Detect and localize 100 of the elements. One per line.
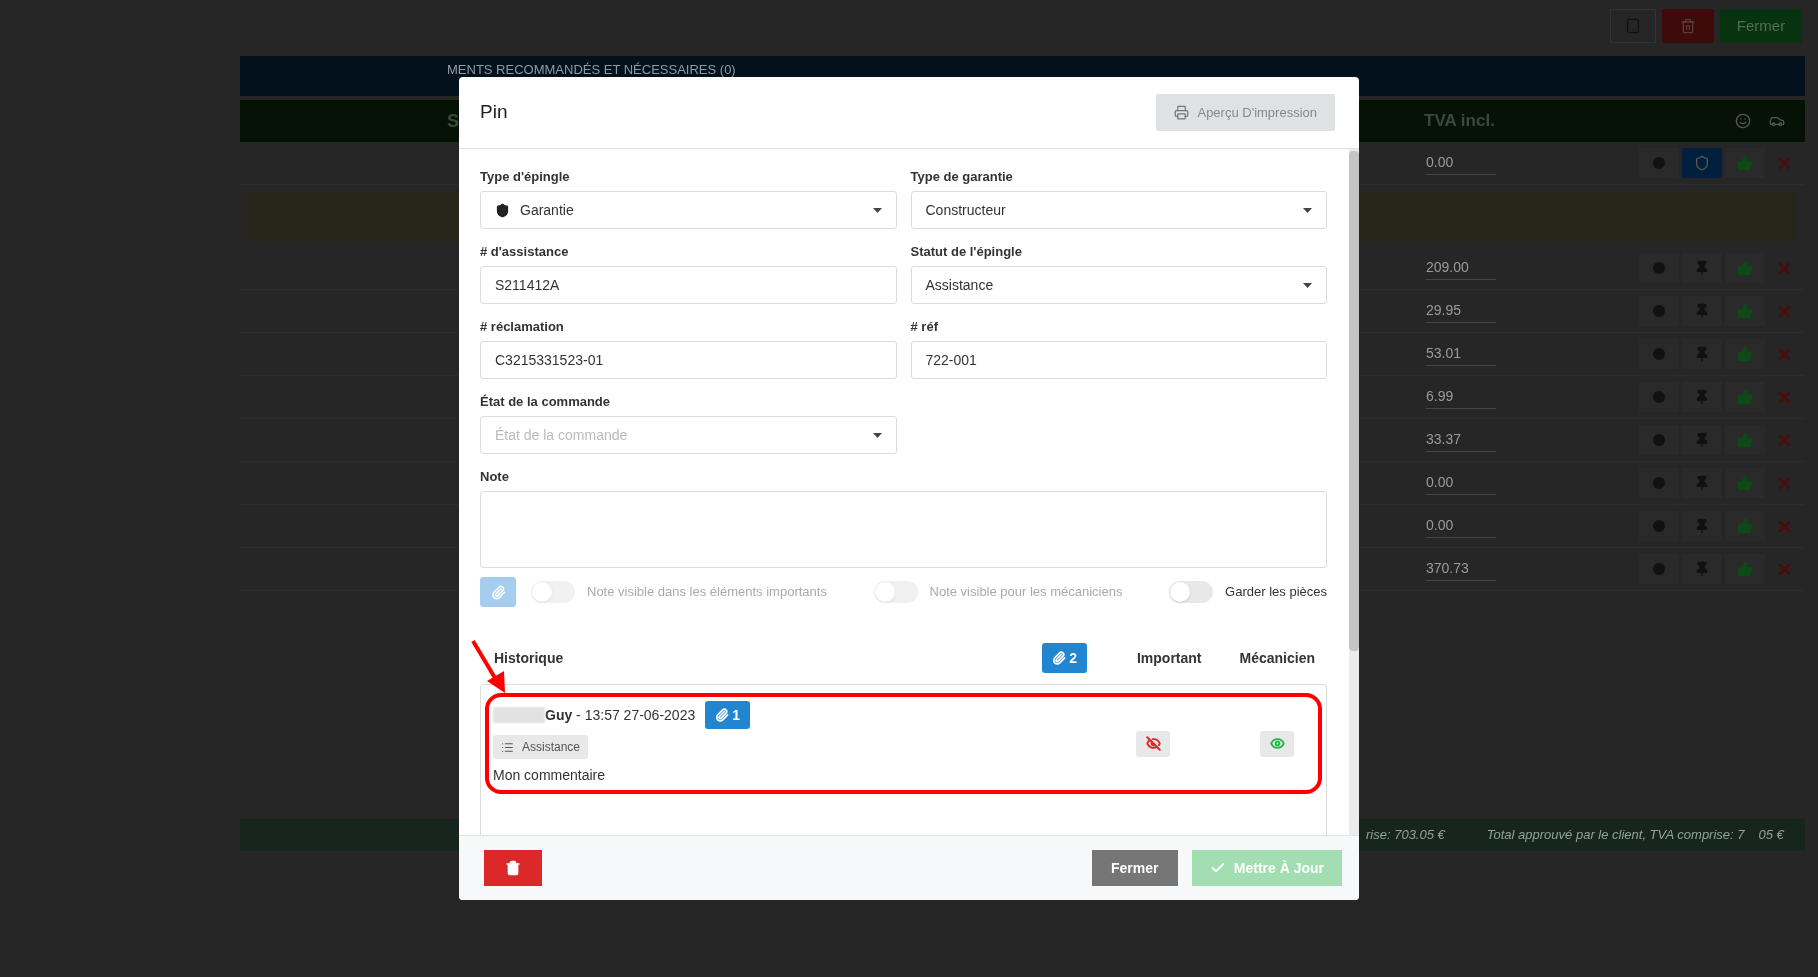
amount-value: 0.00	[1426, 151, 1496, 175]
field-label: Note	[480, 469, 510, 485]
field-value: 722-001	[925, 350, 977, 370]
scrollbar-thumb[interactable]	[1349, 151, 1359, 651]
eye-slash-icon	[1145, 736, 1161, 751]
field-label: # réclamation	[480, 319, 565, 335]
amount-value: 6.99	[1426, 385, 1496, 409]
toggle-switch[interactable]	[1169, 581, 1214, 603]
history-button[interactable]	[1639, 253, 1679, 283]
total-text: Total approuvé par le client, TVA comprise: 7	[1486, 826, 1745, 845]
approve-button[interactable]	[1725, 425, 1765, 455]
history-button[interactable]	[1639, 468, 1679, 498]
attachments-badge[interactable]: 1	[705, 701, 750, 729]
history-button[interactable]	[1639, 339, 1679, 369]
field-value: C3215331523-01	[495, 350, 604, 370]
field-label: # réf	[910, 319, 939, 335]
field-label: Statut de l'épingle	[910, 244, 1023, 260]
thumbs-up-icon	[1737, 389, 1753, 405]
important-toggle[interactable]	[1136, 730, 1170, 757]
input-field[interactable]: C3215331523-01	[480, 341, 897, 379]
dialog-title: Pin	[480, 100, 508, 125]
pin-button[interactable]	[1682, 511, 1722, 541]
pin-button[interactable]	[1682, 425, 1722, 455]
approve-button[interactable]	[1725, 468, 1765, 498]
pin-icon	[1694, 303, 1710, 319]
shield-button[interactable]	[1682, 148, 1722, 178]
column-header: Mécanicien	[1239, 648, 1315, 668]
printer-icon	[1174, 105, 1190, 120]
approve-button[interactable]	[1725, 339, 1765, 369]
history-button[interactable]	[1639, 148, 1679, 178]
close-button[interactable]: Fermer	[1091, 850, 1178, 886]
toggle-label: Garder les pièces	[1225, 583, 1327, 602]
field-value: S211412A	[495, 275, 560, 295]
field-value: Constructeur	[925, 200, 1006, 220]
amount-value: 53.01	[1426, 342, 1496, 366]
shield-icon	[495, 202, 510, 218]
attachments-badge[interactable]: 2	[1042, 643, 1087, 673]
pin-button[interactable]	[1682, 554, 1722, 584]
pin-button[interactable]	[1682, 253, 1722, 283]
caret-icon	[872, 432, 882, 438]
caret-icon	[1303, 207, 1312, 213]
field-value: Assistance	[925, 275, 994, 295]
approve-button[interactable]	[1725, 511, 1765, 541]
header-text: S	[447, 109, 459, 133]
print-preview-button[interactable]: Aperçu D'impression	[1156, 94, 1335, 131]
thumbs-up-icon	[1737, 260, 1753, 276]
close-button[interactable]: Fermer	[1720, 9, 1802, 43]
amount-value: 370.73	[1426, 557, 1496, 581]
field-label: État de la commande	[480, 394, 612, 410]
approve-button[interactable]	[1725, 296, 1765, 326]
paperclip-icon	[1052, 651, 1067, 665]
history-button[interactable]	[1639, 511, 1679, 541]
pin-button[interactable]	[1682, 382, 1722, 412]
entry-meta: Guy - 13:57 27-06-2023	[545, 705, 696, 725]
smile-icon	[1735, 113, 1751, 129]
history-title: Historique	[494, 648, 564, 668]
amount-value: 0.00	[1426, 471, 1496, 495]
select-field[interactable]: Garantie	[480, 191, 897, 229]
select-field[interactable]: Assistance	[910, 266, 1327, 304]
field-value: Garantie	[520, 200, 574, 220]
input-field[interactable]: 722-001	[910, 341, 1327, 379]
caret-icon	[872, 207, 882, 213]
amount-value: 209.00	[1426, 256, 1496, 280]
tablet-button[interactable]	[1610, 9, 1656, 43]
input-field[interactable]: S211412A	[480, 266, 897, 304]
mechanic-toggle[interactable]	[1260, 730, 1294, 757]
pin-button[interactable]	[1682, 468, 1722, 498]
paperclip-icon	[490, 584, 506, 600]
thumbs-up-icon	[1737, 303, 1753, 319]
history-button[interactable]	[1639, 554, 1679, 584]
history-button[interactable]	[1639, 296, 1679, 326]
delete-button[interactable]	[484, 850, 542, 886]
pin-icon	[1694, 561, 1710, 577]
pin-icon	[1694, 518, 1710, 534]
eye-icon	[1269, 736, 1285, 751]
approve-button[interactable]	[1725, 253, 1765, 283]
pin-icon	[1694, 432, 1710, 448]
approve-button[interactable]	[1725, 148, 1765, 178]
pin-button[interactable]	[1682, 339, 1722, 369]
select-field[interactable]: Constructeur	[910, 191, 1327, 229]
pin-icon	[1694, 346, 1710, 362]
field-label: Type de garantie	[910, 169, 1014, 185]
entry-comment: Mon commentaire	[493, 766, 607, 785]
thumbs-up-icon	[1737, 561, 1753, 577]
thumbs-up-icon	[1737, 155, 1753, 171]
history-button[interactable]	[1639, 382, 1679, 412]
approve-button[interactable]	[1725, 382, 1765, 412]
history-button[interactable]	[1639, 425, 1679, 455]
thumbs-up-icon	[1737, 346, 1753, 362]
pin-button[interactable]	[1682, 296, 1722, 326]
thumbs-up-icon	[1737, 475, 1753, 491]
note-textarea[interactable]	[480, 491, 1327, 568]
approve-button[interactable]	[1725, 554, 1765, 584]
field-placeholder: État de la commande	[495, 425, 628, 445]
field-label: # d'assistance	[480, 244, 570, 260]
paperclip-icon	[715, 708, 730, 722]
column-header: TVA incl.	[1424, 110, 1495, 133]
total-text: 05 €	[1758, 826, 1784, 845]
trash-icon	[1680, 18, 1696, 34]
list-icon	[501, 740, 514, 754]
